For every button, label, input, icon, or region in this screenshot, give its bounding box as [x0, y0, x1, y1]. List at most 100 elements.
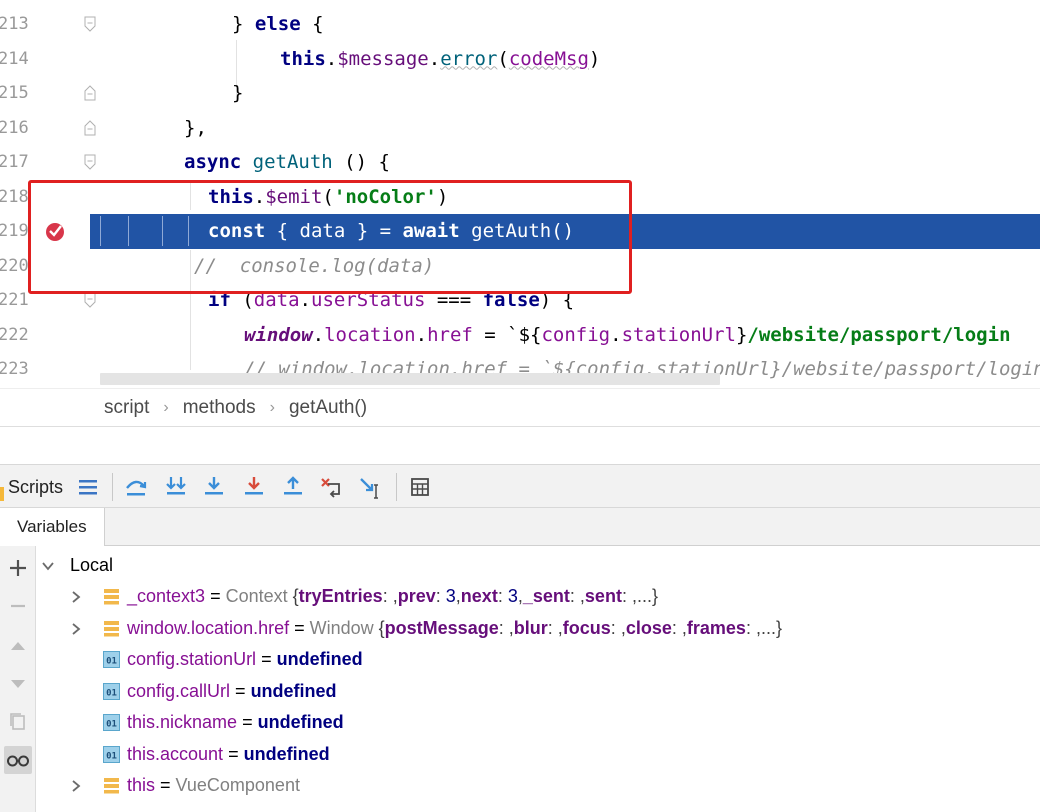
- variables-side-toolbar: [0, 546, 36, 812]
- remove-watch-button[interactable]: [4, 592, 32, 620]
- fold-start-icon[interactable]: [84, 154, 96, 170]
- variable-row[interactable]: 01 this.account = undefined: [36, 739, 1040, 771]
- triangle-up-icon: [11, 642, 25, 650]
- step-over-button[interactable]: [122, 473, 150, 501]
- variable-text: config.stationUrl = undefined: [127, 649, 363, 669]
- highlight-box: [28, 180, 632, 294]
- fold-end-icon[interactable]: [84, 119, 96, 136]
- copy-button[interactable]: [4, 708, 32, 736]
- variable-row[interactable]: 01 this.nickname = undefined: [36, 707, 1040, 739]
- calculator-icon: [411, 478, 429, 496]
- chevron-right-icon: ›: [269, 398, 275, 416]
- debugger-toolbar: Scripts: [0, 464, 1040, 508]
- triangle-down-icon: [11, 680, 25, 688]
- variable-row[interactable]: 01 config.stationUrl = undefined: [36, 644, 1040, 676]
- code-text: async getAuth () {: [184, 151, 390, 173]
- glasses-icon: [7, 755, 29, 767]
- fold-start-icon[interactable]: [84, 292, 96, 308]
- code-line[interactable]: 214 this.$message.error(codeMsg): [0, 42, 1040, 77]
- line-number: 221: [0, 290, 29, 310]
- breadcrumb-item-methods[interactable]: methods: [183, 397, 256, 419]
- debugger-tabbar: Variables: [0, 508, 1040, 546]
- chevron-down-icon[interactable]: [42, 560, 54, 572]
- panel-divider: [0, 426, 1040, 464]
- toolbar-separator: [112, 473, 113, 501]
- run-to-cursor-button[interactable]: [357, 473, 385, 501]
- chevron-right-icon: ›: [163, 398, 169, 416]
- code-line[interactable]: 213 } else {: [0, 7, 1040, 42]
- variable-row[interactable]: _context3 = Context {tryEntries: ,prev: …: [36, 581, 1040, 613]
- line-number: 217: [0, 152, 29, 172]
- code-line[interactable]: 216},: [0, 111, 1040, 146]
- svg-text:01: 01: [106, 720, 117, 730]
- variables-tree[interactable]: Local _context3 = Context {tryEntries: ,…: [36, 546, 1040, 812]
- step-into-button[interactable]: [200, 473, 228, 501]
- variable-row[interactable]: 01 config.callUrl = undefined: [36, 676, 1040, 708]
- variable-text: this.account = undefined: [127, 743, 330, 764]
- svg-text:01: 01: [106, 751, 117, 761]
- line-number: 215: [0, 83, 29, 103]
- primitive-icon: 01: [103, 682, 120, 700]
- evaluate-expression-button[interactable]: [406, 473, 434, 501]
- list-icon: [79, 480, 97, 495]
- force-step-into-button[interactable]: [240, 473, 268, 501]
- code-text: this.$message.error(codeMsg): [280, 47, 601, 70]
- chevron-right-icon[interactable]: [70, 622, 82, 635]
- line-number: 214: [0, 48, 29, 69]
- field-icon: [104, 620, 119, 636]
- tab-variables[interactable]: Variables: [0, 508, 105, 546]
- line-number: 222: [0, 324, 29, 345]
- variable-text: _context3 = Context {tryEntries: ,prev: …: [127, 586, 658, 606]
- line-number: 213: [0, 14, 29, 34]
- move-up-button[interactable]: [4, 632, 32, 660]
- scripts-icon: [0, 487, 4, 501]
- scope-label: Local: [70, 555, 114, 575]
- show-watches-button[interactable]: [4, 746, 32, 774]
- fold-end-icon[interactable]: [84, 85, 96, 101]
- variable-text: this = VueComponent: [127, 775, 300, 795]
- step-over-icon: [126, 480, 147, 496]
- code-line[interactable]: 215}: [0, 76, 1040, 111]
- code-line[interactable]: 217 async getAuth () {: [0, 145, 1040, 180]
- chevron-right-icon[interactable]: [70, 591, 82, 603]
- variable-text: window.location.href = Window {postMessa…: [127, 617, 782, 638]
- copy-icon: [10, 713, 25, 730]
- line-number: 218: [0, 186, 29, 207]
- step-out-icon: [284, 476, 302, 495]
- step-into-icon: [205, 477, 223, 495]
- line-number: 223: [0, 359, 29, 379]
- line-number: 216: [0, 117, 29, 138]
- svg-text:01: 01: [106, 688, 117, 698]
- variable-text: this.nickname = undefined: [127, 712, 344, 732]
- primitive-icon: 01: [103, 745, 120, 763]
- fold-start-icon[interactable]: [84, 16, 96, 32]
- code-editor[interactable]: 213 } else { 214 this.$message.error(codeMs…: [0, 0, 1040, 388]
- variable-row[interactable]: window.location.href = Window {postMessa…: [36, 613, 1040, 645]
- code-text: window.location.href = `${config.station…: [244, 323, 1011, 346]
- step-into-icon: [166, 477, 186, 495]
- code-line[interactable]: 222 window.location.href = `${config.stat…: [0, 318, 1040, 353]
- variable-row[interactable]: this = VueComponent: [36, 770, 1040, 802]
- code-text: } else {: [232, 13, 324, 35]
- drop-frame-button[interactable]: [318, 473, 346, 501]
- run-to-cursor-icon: [360, 478, 378, 499]
- breadcrumb-item-script[interactable]: script: [104, 397, 149, 419]
- field-icon: [104, 778, 119, 794]
- step-out-button[interactable]: [279, 473, 307, 501]
- show-frames-button[interactable]: [74, 473, 102, 501]
- scripts-label[interactable]: Scripts: [8, 465, 63, 509]
- chevron-right-icon[interactable]: [70, 780, 82, 792]
- plus-icon: [10, 560, 26, 576]
- scope-local[interactable]: Local: [36, 550, 1040, 582]
- breadcrumb-item-getauth[interactable]: getAuth(): [289, 397, 367, 419]
- svg-text:01: 01: [106, 657, 117, 667]
- minus-icon: [11, 604, 25, 608]
- primitive-icon: 01: [103, 714, 120, 731]
- line-number: 220: [0, 255, 29, 276]
- code-text: },: [184, 116, 207, 139]
- horizontal-scrollbar[interactable]: [100, 373, 720, 385]
- move-down-button[interactable]: [4, 670, 32, 698]
- step-into-my-code-button[interactable]: [162, 473, 190, 501]
- add-watch-button[interactable]: [4, 554, 32, 582]
- drop-frame-icon: [321, 478, 340, 498]
